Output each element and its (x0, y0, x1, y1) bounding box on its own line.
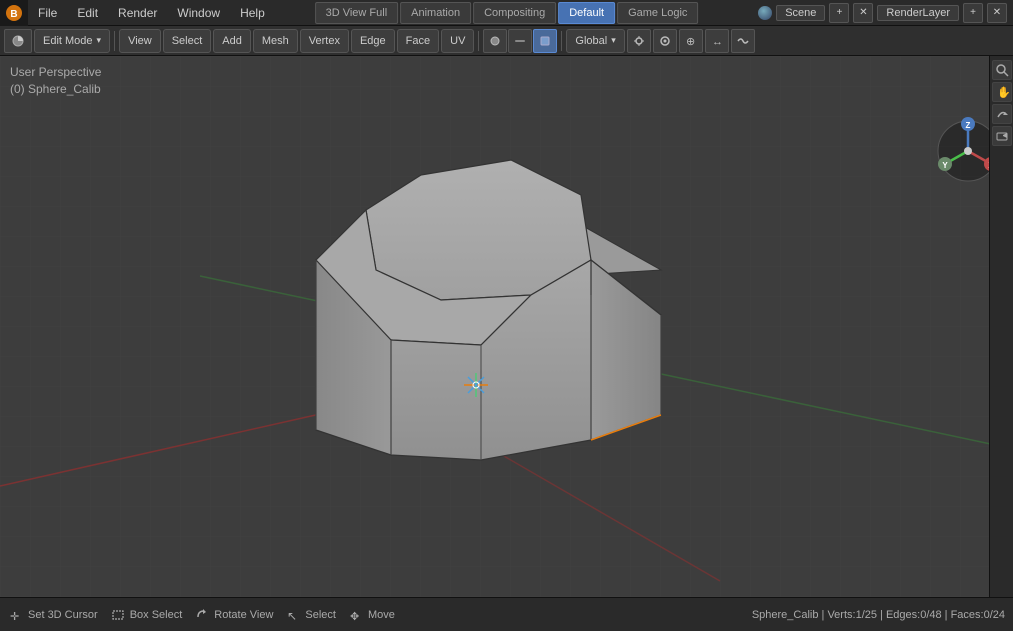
mesh-stats: Sphere_Calib | Verts:1/25 | Edges:0/48 |… (752, 609, 1005, 621)
sep3 (561, 31, 562, 51)
move-status: ✥ Move (348, 607, 395, 623)
select-menu[interactable]: Select (163, 29, 212, 53)
scene-name[interactable]: Scene (776, 5, 825, 21)
rotate-view-status: Rotate View (194, 607, 273, 623)
menu-help[interactable]: Help (230, 0, 275, 25)
mode-label: Edit Mode (43, 35, 93, 47)
mesh-menu[interactable]: Mesh (253, 29, 298, 53)
menu-render[interactable]: Render (108, 0, 167, 25)
zoom-extents-icon[interactable] (992, 60, 1012, 80)
transform-dropdown[interactable]: Global ▾ (566, 29, 624, 53)
uv-menu[interactable]: UV (441, 29, 474, 53)
mode-dropdown-arrow: ▾ (97, 35, 102, 46)
scene-add-btn[interactable]: + (829, 3, 849, 23)
box-select-icon (110, 607, 126, 623)
wave-icon[interactable] (731, 29, 755, 53)
menu-right-area: Scene + ✕ RenderLayer + ✕ (758, 3, 1013, 23)
edge-menu[interactable]: Edge (351, 29, 395, 53)
select-label: Select (305, 609, 336, 621)
orbit-icon[interactable] (992, 104, 1012, 124)
vertex-select-icon[interactable] (483, 29, 507, 53)
pivot-icon[interactable]: ⊕ (679, 29, 703, 53)
editor-toolbar: Edit Mode ▾ View Select Add Mesh Vertex … (0, 26, 1013, 56)
proportional-edit-icon[interactable] (653, 29, 677, 53)
blender-logo: B (0, 0, 28, 26)
tab-default[interactable]: Default (558, 2, 615, 24)
menu-file[interactable]: File (28, 0, 67, 25)
select-icon: ↖ (285, 607, 301, 623)
tab-gamelogic[interactable]: Game Logic (617, 2, 698, 24)
pan-icon[interactable]: ✋ (992, 82, 1012, 102)
mode-dropdown[interactable]: Edit Mode ▾ (34, 29, 110, 53)
tab-3dviewfull[interactable]: 3D View Full (315, 2, 399, 24)
scene-delete-btn[interactable]: ✕ (853, 3, 873, 23)
3d-viewport[interactable]: User Perspective (0) Sphere_Calib Z X Y (0, 56, 1013, 597)
transform-arrow: ▾ (611, 35, 616, 46)
svg-text:✛: ✛ (10, 611, 19, 622)
tab-animation[interactable]: Animation (400, 2, 471, 24)
select-status: ↖ Select (285, 607, 336, 623)
move-label: Move (368, 609, 395, 621)
add-menu[interactable]: Add (213, 29, 251, 53)
right-panel: ✋ (989, 56, 1013, 597)
snap-icon[interactable] (627, 29, 651, 53)
tab-compositing[interactable]: Compositing (473, 2, 556, 24)
viewport-shading-icon[interactable] (4, 29, 32, 53)
set-cursor-label: Set 3D Cursor (28, 609, 98, 621)
top-menu-bar: B File Edit Render Window Help 3D View F… (0, 0, 1013, 26)
face-menu[interactable]: Face (397, 29, 439, 53)
face-select-icon[interactable] (533, 29, 557, 53)
svg-text:Y: Y (942, 161, 948, 170)
sep1 (114, 31, 115, 51)
svg-text:Z: Z (966, 121, 971, 130)
workspace-tabs: 3D View Full Animation Compositing Defau… (315, 2, 699, 24)
rotate-view-label: Rotate View (214, 609, 273, 621)
svg-text:B: B (10, 9, 17, 20)
status-bar: ✛ Set 3D Cursor Box Select Rotate View ↖… (0, 597, 1013, 631)
svg-text:↖: ↖ (287, 609, 297, 622)
rotate-view-icon (194, 607, 210, 623)
shading-icons (483, 29, 557, 53)
edge-select-icon[interactable] (508, 29, 532, 53)
svg-text:✋: ✋ (997, 86, 1009, 99)
menu-window[interactable]: Window (167, 0, 230, 25)
set-3d-cursor-status: ✛ Set 3D Cursor (8, 607, 98, 623)
svg-text:↔: ↔ (712, 36, 723, 48)
move-status-icon: ✥ (348, 607, 364, 623)
camera-icon[interactable] (992, 126, 1012, 146)
sep2 (478, 31, 479, 51)
vertex-menu[interactable]: Vertex (300, 29, 349, 53)
user-avatar (758, 6, 772, 20)
box-select-status: Box Select (110, 607, 183, 623)
renderlayer-add-btn[interactable]: + (963, 3, 983, 23)
transform-label: Global (575, 35, 607, 47)
cursor-icon: ✛ (8, 607, 24, 623)
box-select-label: Box Select (130, 609, 183, 621)
svg-text:✥: ✥ (350, 611, 359, 622)
svg-text:⊕: ⊕ (686, 36, 695, 48)
move-icon[interactable]: ↔ (705, 29, 729, 53)
renderlayer-name[interactable]: RenderLayer (877, 5, 959, 21)
menu-edit[interactable]: Edit (67, 0, 108, 25)
3d-object (221, 85, 741, 525)
view-menu[interactable]: View (119, 29, 161, 53)
renderlayer-delete-btn[interactable]: ✕ (987, 3, 1007, 23)
